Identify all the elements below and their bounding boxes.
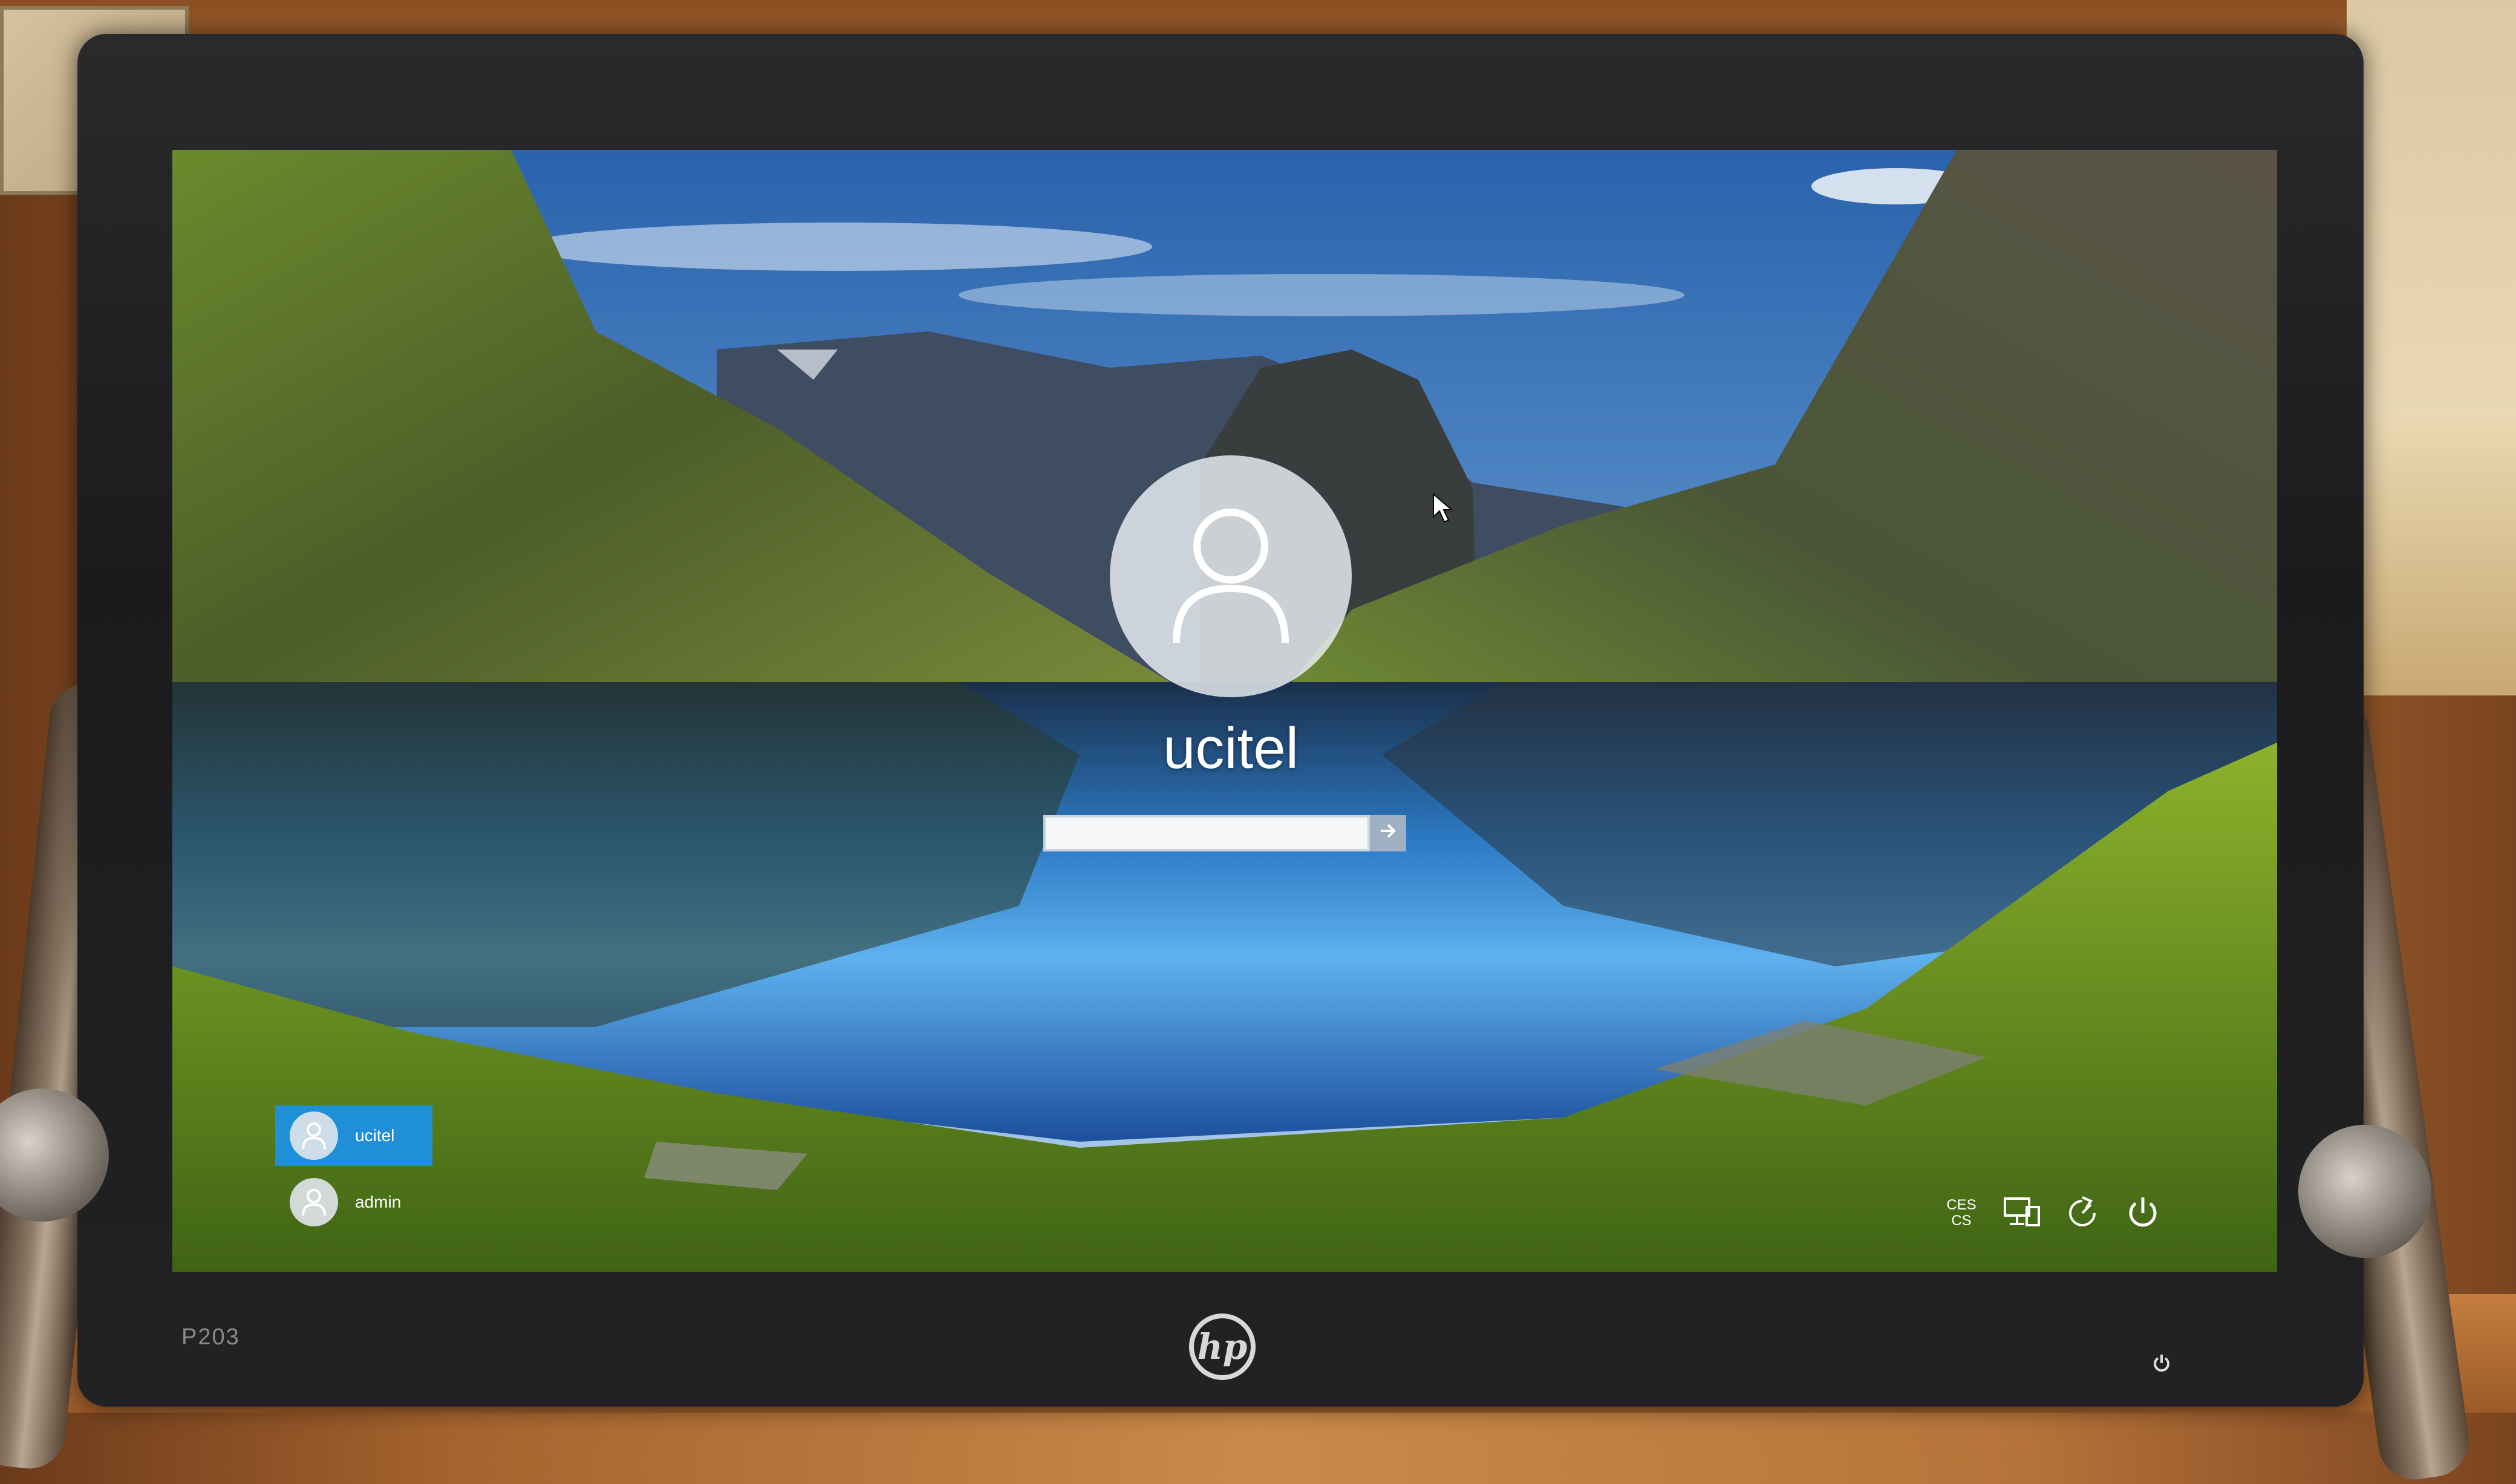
user-avatar-large (1110, 455, 1352, 697)
user-tile-ucitel[interactable]: ucitel (275, 1105, 432, 1166)
arrow-right-icon (1381, 824, 1396, 838)
network-button[interactable] (1999, 1190, 2045, 1236)
brand-logo-text: hp (1197, 1326, 1248, 1367)
power-icon (2129, 1197, 2157, 1227)
lock-screen: ucitel ucitel admin CES CS (172, 150, 2277, 1272)
user-icon (290, 1111, 338, 1160)
ease-of-access-button[interactable] (2059, 1190, 2105, 1236)
wall-background-right (2347, 0, 2516, 695)
network-icon (2004, 1197, 2040, 1226)
language-switcher[interactable]: CES CS (1938, 1190, 1984, 1236)
stand-hinge-right (2298, 1125, 2431, 1258)
ease-of-access-icon (2069, 1196, 2096, 1226)
submit-button[interactable] (1370, 815, 1406, 851)
mouse-cursor-icon (1433, 493, 1453, 523)
user-tile-admin[interactable]: admin (275, 1172, 432, 1232)
monitor-model-label: P203 (181, 1324, 240, 1350)
keyboard-layout-code: CS (1951, 1212, 1972, 1229)
user-tile-label: admin (355, 1193, 402, 1211)
hp-logo: hp (1189, 1313, 1256, 1380)
user-icon (290, 1178, 338, 1226)
selected-username: ucitel (1162, 716, 1299, 781)
wallpaper-landscape (172, 150, 2277, 1272)
user-icon (1173, 509, 1289, 643)
power-icon (2154, 1355, 2169, 1372)
password-field[interactable] (1043, 815, 1370, 851)
user-tile-label: ucitel (355, 1126, 395, 1145)
power-button[interactable] (2120, 1190, 2166, 1236)
system-tray: CES CS (1938, 1190, 2166, 1236)
language-code: CES (1946, 1197, 1977, 1213)
hardware-power-button[interactable] (2151, 1352, 2172, 1374)
